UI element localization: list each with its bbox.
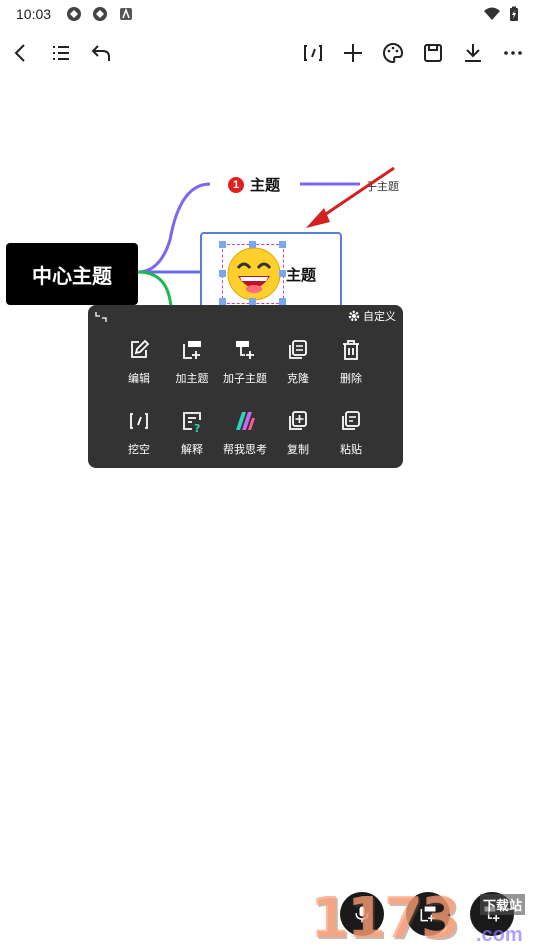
context-menu: 编辑 加主题 加子主题 克隆 删除 挖空 ? 解释 帮我思考 复制 粘贴 — [88, 305, 403, 468]
watermark-logo: 1173 下载站 .com — [310, 888, 534, 950]
menu-explain[interactable]: ? 解释 — [164, 409, 220, 467]
priority-badge: 1 — [228, 176, 244, 193]
resize-handle[interactable] — [279, 270, 286, 277]
svg-text:?: ? — [194, 422, 200, 433]
resize-handle[interactable] — [279, 298, 286, 305]
topic-node-top[interactable]: 1 主题 — [228, 174, 280, 195]
add-subtopic-icon — [236, 341, 254, 359]
edit-icon — [131, 339, 150, 358]
resize-handle[interactable] — [219, 298, 226, 305]
paste-icon — [342, 411, 360, 430]
resize-handle[interactable] — [219, 270, 226, 277]
menu-edit[interactable]: 编辑 — [111, 338, 167, 396]
clone-icon — [289, 340, 307, 359]
gear-icon — [348, 310, 360, 322]
ai-think-icon — [236, 412, 255, 430]
laughing-emoji-icon — [227, 247, 281, 301]
topic-top-label: 主题 — [250, 177, 281, 194]
collapse-icon[interactable] — [94, 310, 108, 324]
menu-paste[interactable]: 粘贴 — [323, 409, 379, 467]
selected-topic-label: 主题 — [286, 267, 317, 284]
copy-icon — [289, 411, 307, 430]
central-topic[interactable]: 中心主题 — [6, 243, 138, 305]
resize-handle[interactable] — [249, 241, 256, 248]
explain-icon: ? — [183, 412, 201, 433]
annotation-arrow-icon — [306, 166, 395, 228]
trash-icon — [343, 340, 359, 360]
menu-add-topic[interactable]: 加主题 — [164, 338, 220, 396]
central-topic-label: 中心主题 — [32, 265, 112, 288]
add-topic-icon — [183, 341, 201, 359]
menu-clone[interactable]: 克隆 — [270, 338, 326, 396]
customize-button[interactable]: 自定义 — [348, 308, 396, 324]
menu-add-subtopic[interactable]: 加子主题 — [217, 338, 273, 396]
resize-handle[interactable] — [279, 241, 286, 248]
menu-cloze[interactable]: 挖空 — [111, 409, 167, 467]
resize-handle[interactable] — [219, 241, 226, 248]
menu-delete[interactable]: 删除 — [323, 338, 379, 396]
cloze-icon — [130, 413, 148, 429]
resize-handle[interactable] — [249, 298, 256, 305]
mindmap-connectors — [137, 182, 360, 313]
menu-think-for-me[interactable]: 帮我思考 — [217, 409, 273, 467]
menu-copy[interactable]: 复制 — [270, 409, 326, 467]
